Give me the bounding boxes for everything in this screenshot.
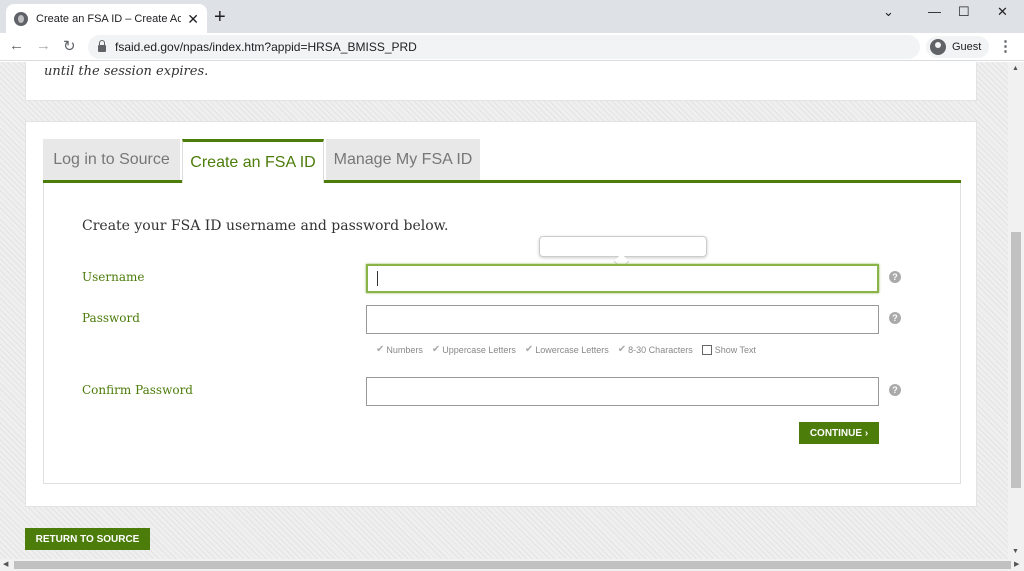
forward-icon[interactable]: →	[36, 37, 51, 54]
create-fsa-id-form: Create your FSA ID username and password…	[43, 183, 961, 484]
horizontal-scrollbar[interactable]: ◀ ▶	[0, 559, 1024, 571]
minimize-button[interactable]: —	[928, 4, 941, 19]
menu-icon[interactable]: ⋮	[998, 37, 1013, 55]
vertical-scrollbar[interactable]: ▲ ▼	[1008, 62, 1024, 559]
show-text-checkbox[interactable]	[701, 344, 712, 355]
password-requirements: ✔ Numbers ✔ Uppercase Letters ✔ Lowercase L…	[376, 344, 765, 355]
tab-create-fsa-id[interactable]: Create an FSA ID	[182, 139, 324, 183]
scroll-up-icon[interactable]: ▲	[1012, 65, 1019, 72]
confirm-password-input[interactable]	[366, 377, 879, 406]
scroll-left-icon[interactable]: ◀	[3, 560, 8, 568]
req-uppercase: ✔ Uppercase Letters	[431, 344, 516, 355]
continue-button[interactable]: CONTINUE ›	[799, 422, 879, 444]
lock-icon[interactable]	[98, 40, 106, 52]
confirm-password-help-icon[interactable]: ?	[889, 384, 901, 396]
site-tabs: Log in to Source Create an FSA ID Manage…	[43, 139, 961, 183]
password-input[interactable]	[366, 305, 879, 334]
username-input[interactable]	[366, 264, 879, 293]
session-card: until the session expires.	[25, 62, 977, 101]
req-lowercase: ✔ Lowercase Letters	[524, 344, 609, 355]
back-icon[interactable]: ←	[9, 37, 24, 54]
avatar-icon	[930, 39, 946, 55]
check-icon: ✔	[524, 344, 534, 355]
session-text: until the session expires.	[44, 64, 209, 79]
tab-manage-fsa-id[interactable]: Manage My FSA ID	[326, 139, 480, 180]
form-heading: Create your FSA ID username and password…	[82, 218, 449, 234]
show-text-toggle[interactable]: Show Text	[701, 344, 756, 355]
browser-tabstrip: Create an FSA ID – Create Accou ✕ + ⌄ — …	[0, 0, 1024, 33]
scroll-down-icon[interactable]: ▼	[1012, 548, 1019, 555]
check-icon: ✔	[431, 344, 441, 355]
username-label: Username	[82, 270, 145, 284]
browser-tab[interactable]: Create an FSA ID – Create Accou ✕	[6, 4, 207, 33]
text-caret	[377, 271, 378, 286]
new-tab-button[interactable]: +	[214, 6, 226, 28]
username-tooltip	[539, 236, 707, 257]
req-length: ✔ 8-30 Characters	[617, 344, 693, 355]
window-close-button[interactable]: ✕	[997, 4, 1008, 20]
globe-icon	[14, 11, 28, 26]
tab-close-icon[interactable]: ✕	[187, 12, 199, 26]
address-bar[interactable]: fsaid.ed.gov/npas/index.htm?appid=HRSA_B…	[88, 35, 920, 59]
horizontal-scroll-thumb[interactable]	[14, 561, 1011, 569]
check-icon: ✔	[376, 344, 385, 355]
profile-label: Guest	[952, 41, 982, 53]
tab-log-in[interactable]: Log in to Source	[43, 139, 180, 180]
return-to-source-button[interactable]: RETURN TO SOURCE	[25, 528, 150, 550]
username-help-icon[interactable]: ?	[889, 271, 901, 283]
browser-toolbar: ← → ↻ fsaid.ed.gov/npas/index.htm?appid=…	[0, 33, 1024, 61]
check-icon: ✔	[617, 344, 627, 355]
profile-button[interactable]: Guest	[926, 36, 990, 58]
login-card: Log in to Source Create an FSA ID Manage…	[25, 121, 977, 507]
url-text: fsaid.ed.gov/npas/index.htm?appid=HRSA_B…	[115, 40, 417, 54]
reload-icon[interactable]: ↻	[63, 37, 76, 55]
password-label: Password	[82, 311, 140, 325]
tab-search-icon[interactable]: ⌄	[883, 4, 894, 20]
page-viewport: until the session expires. Log in to Sou…	[0, 62, 1008, 559]
vertical-scroll-thumb[interactable]	[1011, 232, 1021, 488]
req-numbers: ✔ Numbers	[376, 344, 423, 355]
scroll-right-icon[interactable]: ▶	[1014, 560, 1019, 568]
confirm-password-label: Confirm Password	[82, 383, 193, 397]
restore-button[interactable]: ☐	[958, 4, 970, 20]
password-help-icon[interactable]: ?	[889, 312, 901, 324]
tab-title: Create an FSA ID – Create Accou	[36, 12, 182, 25]
